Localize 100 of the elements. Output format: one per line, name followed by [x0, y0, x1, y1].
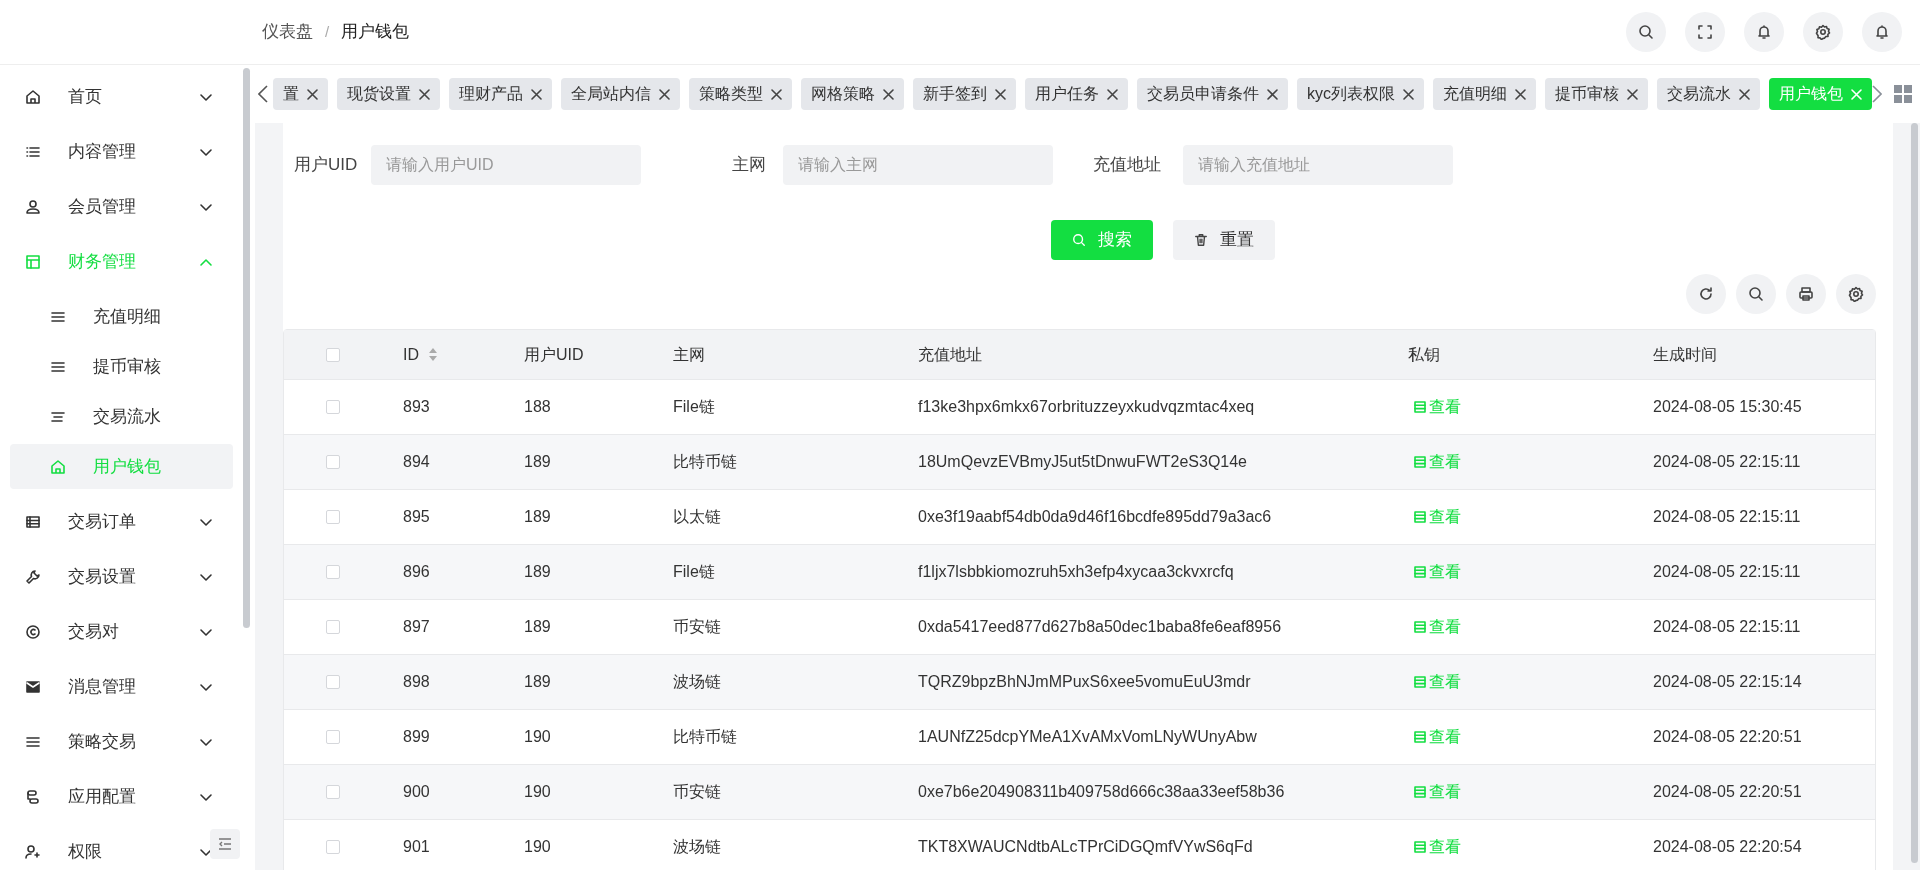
table-cell-text: 比特币链	[673, 727, 738, 747]
table-cell-text: 189	[524, 617, 552, 637]
sidebar-item[interactable]: 消息管理	[0, 659, 243, 714]
close-icon	[659, 88, 670, 100]
sidebar-item[interactable]: 内容管理	[0, 124, 243, 179]
table-cell-text: 2024-08-05 22:15:11	[1653, 562, 1802, 582]
sidebar-item[interactable]: 权限	[0, 824, 243, 870]
text-input[interactable]: 请输入充值地址	[1183, 145, 1453, 185]
search-icon	[1748, 286, 1764, 302]
table-cell-text: 901	[403, 837, 431, 857]
sidebar-item[interactable]: 首页	[0, 69, 243, 124]
close-icon	[1851, 88, 1862, 100]
tab[interactable]: 全局站内信	[561, 78, 680, 110]
bell-icon	[1756, 24, 1772, 40]
tab[interactable]: 提币审核	[1545, 78, 1648, 110]
checkbox[interactable]	[326, 347, 340, 362]
table-cell-text: 以太链	[673, 507, 722, 527]
search-icon	[1638, 24, 1654, 40]
table-row[interactable]: 898 189 波场链 TQRZ9bpzBhNJmMPuxS6xee5vomuEuU3mdr 查看 2024-08-05 22:15:14	[284, 655, 1875, 710]
settings-button[interactable]	[1803, 12, 1843, 52]
table-cell-text: 897	[403, 617, 431, 637]
settings-icon	[1815, 24, 1831, 40]
table-cell-text: 896	[403, 562, 431, 582]
tab[interactable]: 网格策略	[801, 78, 904, 110]
search-button[interactable]	[1626, 12, 1666, 52]
close-icon	[307, 88, 318, 100]
table-cell-text: 900	[403, 782, 431, 802]
checkbox[interactable]	[326, 785, 340, 799]
sidebar-subitem[interactable]: 充值明细	[10, 294, 233, 339]
text-input[interactable]: 请输入主网	[783, 145, 1053, 185]
table-row[interactable]: 896 189 File链 f1ljx7lsbbkiomozruh5xh3efp4xycaa3ckvxrcfq 查看 2024-08-05 22:15:11	[284, 545, 1875, 600]
tab[interactable]: 交易员申请条件	[1137, 78, 1288, 110]
table-cell-text: 188	[524, 397, 552, 417]
table-row[interactable]: 900 190 币安链 0xe7b6e204908311b409758d666c38aa33eef58b36 查看 2024-08-05 22:20:51	[284, 765, 1875, 820]
checkbox[interactable]	[326, 840, 340, 854]
sidebar-item[interactable]: 交易设置	[0, 549, 243, 604]
breadcrumb-item[interactable]: 用户钱包	[341, 19, 410, 45]
table-cell-text: File链	[673, 397, 716, 417]
user-icon	[25, 198, 41, 215]
settings-button[interactable]	[1836, 274, 1876, 314]
close-icon	[531, 88, 542, 100]
tab[interactable]: 策略类型	[689, 78, 792, 110]
print-button[interactable]	[1786, 274, 1826, 314]
refresh-button[interactable]	[1686, 274, 1726, 314]
envelope-icon	[25, 678, 41, 695]
sort-icon[interactable]	[429, 348, 437, 361]
tab[interactable]: 用户任务	[1025, 78, 1128, 110]
checkbox[interactable]	[326, 565, 340, 579]
tab[interactable]: kyc列表权限	[1297, 78, 1424, 110]
chevron-right-icon[interactable]	[1872, 85, 1882, 103]
tab[interactable]: 新手签到	[913, 78, 1016, 110]
close-icon	[883, 88, 894, 100]
table-cell-text: 0xda5417eed877d627b8a50dec1baba8fe6eaf8956	[918, 617, 1283, 637]
sidebar-item[interactable]: 交易对	[0, 604, 243, 659]
checkbox[interactable]	[326, 510, 340, 524]
checkbox[interactable]	[326, 730, 340, 744]
table-cell-text: 189	[524, 452, 552, 472]
chevron-left-icon[interactable]	[258, 85, 268, 103]
tab[interactable]: 充值明细	[1433, 78, 1536, 110]
field-label: 主网	[731, 154, 767, 177]
table-row[interactable]: 894 189 比特币链 18UmQevzEVBmyJ5ut5tDnwuFWT2eS3Q14e 查看 2024-08-05 22:15:11	[284, 435, 1875, 490]
layout-icon	[25, 253, 41, 270]
document-icon	[1413, 510, 1427, 524]
sidebar-scrollbar[interactable]	[243, 68, 250, 628]
table-cell-text: f1ljx7lsbbkiomozruh5xh3efp4xycaa3ckvxrcfq	[918, 562, 1235, 582]
reset-button[interactable]: 重置	[1173, 220, 1275, 260]
checkbox[interactable]	[326, 455, 340, 469]
collapse-sidebar-button[interactable]	[210, 829, 240, 859]
table-cell-text: File链	[673, 562, 716, 582]
sidebar-item[interactable]: 会员管理	[0, 179, 243, 234]
tab[interactable]: 理财产品	[449, 78, 552, 110]
copyright-icon	[25, 623, 41, 640]
table-cell-text: f13ke3hpx6mkx67orbrituzzeyxkudvqzmtac4xeq	[918, 397, 1256, 417]
text-input[interactable]: 请输入用户UID	[371, 145, 641, 185]
notification-button[interactable]	[1862, 12, 1902, 52]
grid-icon[interactable]	[1894, 85, 1912, 103]
table-cell-text: 2024-08-05 22:15:14	[1653, 672, 1803, 692]
sidebar-item[interactable]: 交易订单	[0, 494, 243, 549]
close-icon	[771, 88, 782, 100]
fullscreen-button[interactable]	[1685, 12, 1725, 52]
checkbox[interactable]	[326, 400, 340, 414]
close-icon	[1515, 88, 1526, 100]
breadcrumb-item[interactable]: 仪表盘	[262, 19, 313, 45]
column-header: 主网	[673, 344, 706, 365]
table-cell-text: 18UmQevzEVBmyJ5ut5tDnwuFWT2eS3Q14e	[918, 452, 1248, 472]
document-icon	[1413, 785, 1427, 799]
sidebar-subitem[interactable]: 提币审核	[10, 344, 233, 389]
sidebar-item[interactable]: 应用配置	[0, 769, 243, 824]
search-button[interactable]	[1736, 274, 1776, 314]
page-scrollbar[interactable]	[1911, 123, 1918, 863]
checkbox[interactable]	[326, 620, 340, 634]
checkbox[interactable]	[326, 675, 340, 689]
table-cell-text: 2024-08-05 22:20:51	[1653, 782, 1803, 802]
sidebar-subitem[interactable]: 交易流水	[10, 394, 233, 439]
tab[interactable]: 置	[273, 78, 328, 110]
column-header[interactable]: ID	[403, 342, 419, 367]
tab[interactable]: 现货设置	[337, 78, 440, 110]
sidebar-item[interactable]: 策略交易	[0, 714, 243, 769]
tab[interactable]: 交易流水	[1657, 78, 1760, 110]
notification-button[interactable]	[1744, 12, 1784, 52]
